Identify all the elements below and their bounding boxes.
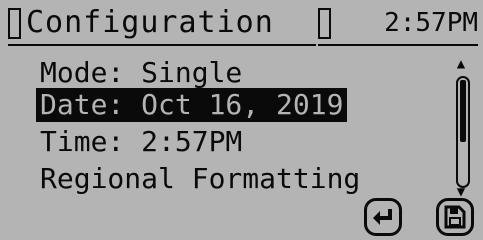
menu-item-date[interactable]: Date: Oct 16, 2019 [36, 88, 348, 122]
save-icon [444, 205, 466, 229]
menu-item-mode[interactable]: Mode: Single [36, 56, 246, 90]
scroll-up-arrow-icon[interactable]: ▲ [453, 57, 469, 71]
scroll-down-arrow-icon[interactable]: ▼ [453, 185, 469, 199]
header-tab-marker-right [318, 8, 331, 39]
enter-icon [373, 209, 392, 225]
menu-item-regional-formatting[interactable]: Regional Formatting [36, 162, 364, 196]
menu-item-time[interactable]: Time: 2:57PM [36, 125, 246, 159]
header-underline [8, 44, 316, 46]
page-title: Configuration [26, 5, 274, 40]
save-button[interactable] [436, 198, 474, 236]
scrollbar-track[interactable] [456, 76, 470, 188]
scrollbar-thumb[interactable] [460, 80, 466, 142]
header-tab-marker-left [8, 8, 21, 39]
enter-button[interactable] [364, 198, 402, 236]
clock-display: 2:57PM [384, 8, 478, 38]
lcd-screen: Configuration 2:57PM Mode: Single Date: … [0, 0, 483, 240]
